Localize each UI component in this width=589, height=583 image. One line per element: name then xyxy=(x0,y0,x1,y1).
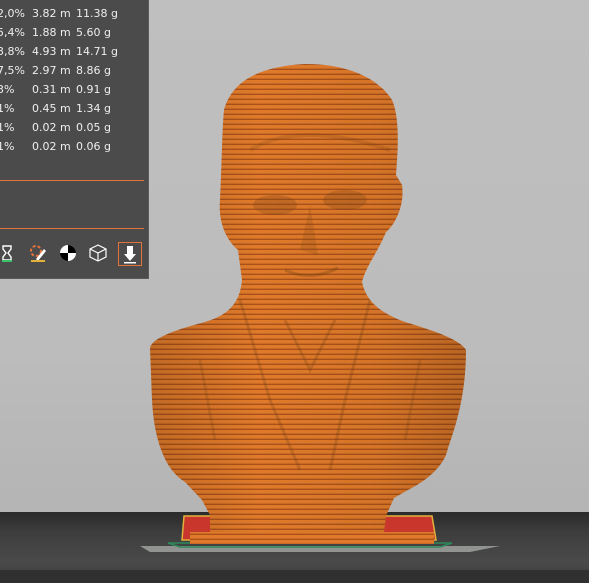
filament-percent: 5,4% xyxy=(0,26,25,39)
stats-separator xyxy=(0,228,144,229)
filament-length: 0.31 m xyxy=(32,83,71,96)
filament-length: 0.02 m xyxy=(32,140,71,153)
filament-percent: 7,5% xyxy=(0,64,25,77)
filament-weight: 14.71 g xyxy=(76,45,118,58)
filament-length: 0.45 m xyxy=(32,102,71,115)
stats-separator xyxy=(0,180,144,181)
hourglass-icon[interactable] xyxy=(0,242,18,264)
bust-body xyxy=(150,64,466,532)
filament-percent: 2,0% xyxy=(0,7,25,20)
filament-length: 1.88 m xyxy=(32,26,71,39)
filament-percent: 1% xyxy=(0,140,15,153)
filament-percent: 3,8% xyxy=(0,45,25,58)
3d-viewport[interactable]: 2,0% 3.82 m 11.38 g 5,4% 1.88 m 5.60 g 3… xyxy=(0,0,589,583)
filament-weight: 0.91 g xyxy=(76,83,111,96)
filament-length: 0.02 m xyxy=(32,121,71,134)
filament-percent: 3% xyxy=(0,83,15,96)
filament-weight: 1.34 g xyxy=(76,102,111,115)
filament-weight: 0.05 g xyxy=(76,121,111,134)
center-of-gravity-icon[interactable] xyxy=(57,242,79,264)
wireframe-cube-icon[interactable] xyxy=(87,242,109,264)
filament-weight: 0.06 g xyxy=(76,140,111,153)
viewport-toolbar xyxy=(0,242,148,266)
filament-length: 2.97 m xyxy=(32,64,71,77)
filament-weight: 11.38 g xyxy=(76,7,118,20)
filament-percent: 1% xyxy=(0,121,15,134)
export-down-icon[interactable] xyxy=(118,242,142,266)
print-bed-outline xyxy=(140,542,500,552)
filament-weight: 5.60 g xyxy=(76,26,111,39)
filament-length: 3.82 m xyxy=(32,7,71,20)
filament-length: 4.93 m xyxy=(32,45,71,58)
filament-weight: 8.86 g xyxy=(76,64,111,77)
paint-brush-icon[interactable] xyxy=(27,242,49,264)
filament-percent: 1% xyxy=(0,102,15,115)
filament-stats-panel: 2,0% 3.82 m 11.38 g 5,4% 1.88 m 5.60 g 3… xyxy=(0,0,149,279)
